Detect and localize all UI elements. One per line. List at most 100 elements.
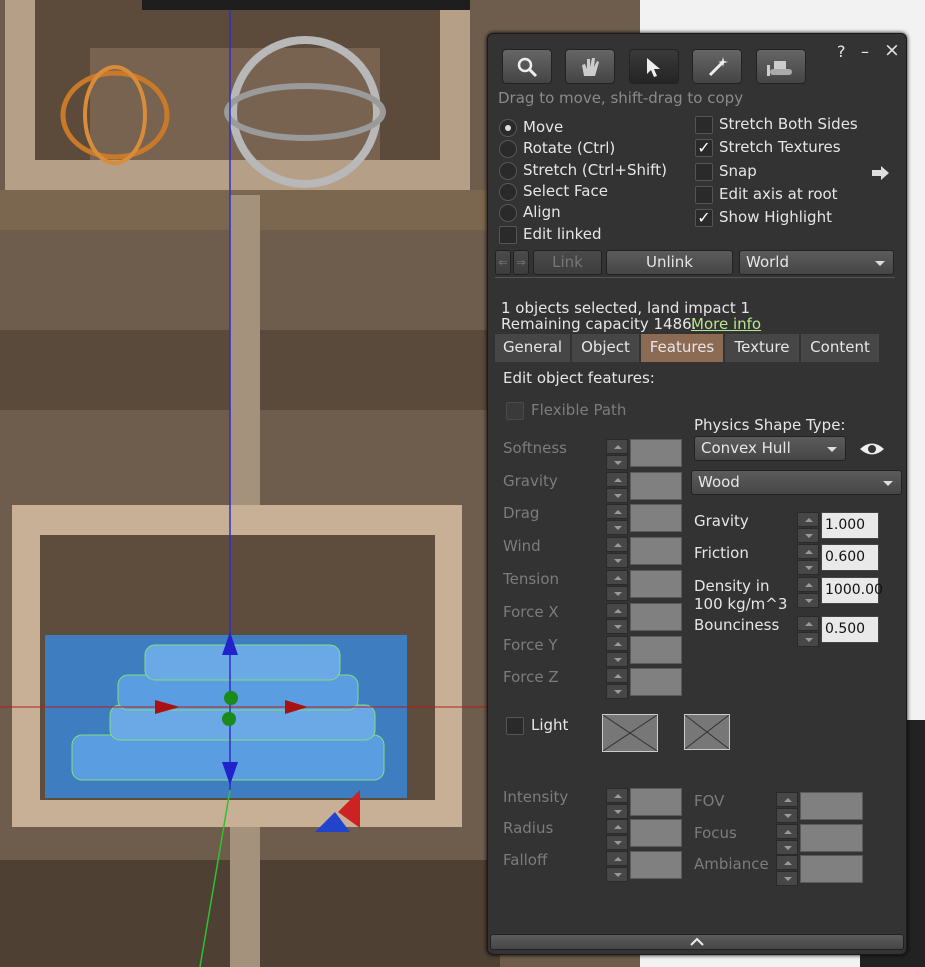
radius-field[interactable] — [630, 819, 682, 847]
tab-object[interactable]: Object — [572, 334, 640, 362]
ambiance-field[interactable] — [800, 855, 863, 883]
falloff-field[interactable] — [630, 851, 682, 879]
stretch-textures-checkbox[interactable]: ✓ — [695, 139, 713, 157]
eye-icon[interactable] — [859, 440, 885, 458]
force-z-field[interactable] — [630, 668, 682, 696]
flexible-path-label: Flexible Path — [531, 401, 627, 419]
density-spinner[interactable] — [797, 577, 819, 609]
tab-texture[interactable]: Texture — [725, 334, 800, 362]
intensity-spinner[interactable] — [606, 788, 628, 820]
radius-spinner[interactable] — [606, 819, 628, 851]
focus-label: Focus — [694, 824, 737, 842]
radius-label: Radius — [503, 819, 554, 837]
grab-tool-button[interactable] — [565, 49, 615, 84]
light-texture-swatch[interactable] — [684, 714, 730, 750]
help-icon[interactable]: ? — [837, 42, 846, 61]
snap-checkbox[interactable] — [695, 163, 713, 181]
minimize-icon[interactable]: – — [861, 42, 869, 61]
focus-spinner[interactable] — [776, 824, 798, 856]
physics-shape-value: Convex Hull — [701, 439, 791, 457]
softness-spinner[interactable] — [606, 439, 628, 471]
force-y-label: Force Y — [503, 636, 558, 654]
select-next-button[interactable]: ⇒ — [513, 250, 529, 275]
force-x-field[interactable] — [630, 603, 682, 631]
align-label: Align — [523, 203, 561, 221]
tension-spinner[interactable] — [606, 570, 628, 602]
drag-spinner[interactable] — [606, 504, 628, 536]
intensity-field[interactable] — [630, 788, 682, 816]
tab-content[interactable]: Content — [801, 334, 880, 362]
gravity-field[interactable] — [630, 472, 682, 500]
flexible-path-checkbox[interactable] — [506, 402, 524, 420]
drag-label: Drag — [503, 504, 540, 522]
friction-input[interactable]: 0.600 — [821, 544, 879, 571]
material-dropdown[interactable]: Wood — [691, 470, 902, 495]
fov-field[interactable] — [800, 792, 863, 820]
show-highlight-label: Show Highlight — [719, 208, 832, 226]
stretch-both-sides-checkbox[interactable] — [695, 116, 713, 134]
chevron-down-icon — [875, 261, 885, 266]
bounciness-label: Bounciness — [694, 616, 780, 634]
empty-swatch-icon — [602, 714, 658, 752]
friction-spinner[interactable] — [797, 544, 819, 576]
rotate-radio[interactable] — [499, 140, 517, 158]
more-info-link[interactable]: More info — [691, 315, 761, 333]
tension-field[interactable] — [630, 570, 682, 598]
land-tool-button[interactable] — [756, 49, 806, 84]
rotate-label: Rotate (Ctrl) — [523, 139, 616, 157]
force-x-spinner[interactable] — [606, 603, 628, 635]
force-y-spinner[interactable] — [606, 636, 628, 668]
tab-general[interactable]: General — [495, 334, 571, 362]
magnifier-icon — [517, 57, 538, 77]
light-checkbox[interactable] — [506, 717, 524, 735]
density-label: Density in — [694, 577, 770, 595]
magic-wand-icon — [708, 56, 728, 76]
close-icon[interactable]: × — [884, 39, 900, 61]
grid-options-arrow-icon[interactable] — [871, 165, 891, 181]
focus-tool-button[interactable] — [502, 49, 552, 84]
force-z-label: Force Z — [503, 668, 559, 686]
create-tool-button[interactable] — [692, 49, 742, 84]
show-highlight-checkbox[interactable]: ✓ — [695, 209, 713, 227]
fov-spinner[interactable] — [776, 792, 798, 824]
wind-spinner[interactable] — [606, 537, 628, 569]
force-z-spinner[interactable] — [606, 668, 628, 700]
material-value: Wood — [698, 473, 740, 491]
softness-field[interactable] — [630, 439, 682, 467]
drag-field[interactable] — [630, 504, 682, 532]
stretch-radio[interactable] — [499, 162, 517, 180]
move-radio[interactable] — [499, 119, 517, 137]
chevron-down-icon — [827, 447, 837, 452]
tab-features[interactable]: Features — [641, 334, 724, 362]
select-face-label: Select Face — [523, 182, 608, 200]
physics-shape-dropdown[interactable]: Convex Hull — [694, 436, 846, 461]
focus-field[interactable] — [800, 824, 863, 852]
reference-frame-dropdown[interactable]: World — [739, 250, 894, 275]
density-input[interactable]: 1000.00 — [821, 577, 883, 604]
align-radio[interactable] — [499, 204, 517, 222]
edit-tool-button[interactable] — [629, 49, 679, 84]
falloff-spinner[interactable] — [606, 851, 628, 883]
link-button[interactable]: Link — [533, 250, 602, 275]
gravity-spinner[interactable] — [606, 472, 628, 504]
tension-label: Tension — [503, 570, 560, 588]
fov-label: FOV — [694, 792, 725, 810]
wind-field[interactable] — [630, 537, 682, 565]
bounciness-spinner[interactable] — [797, 616, 819, 648]
physics-gravity-spinner[interactable] — [797, 512, 819, 544]
edit-axis-root-checkbox[interactable] — [695, 186, 713, 204]
light-color-swatch[interactable] — [602, 714, 658, 752]
bounciness-input[interactable]: 0.500 — [821, 616, 879, 643]
edit-linked-checkbox[interactable] — [499, 226, 517, 244]
stretch-both-sides-label: Stretch Both Sides — [719, 115, 858, 133]
unlink-button[interactable]: Unlink — [606, 250, 733, 275]
select-face-radio[interactable] — [499, 183, 517, 201]
light-label: Light — [531, 716, 569, 734]
force-y-field[interactable] — [630, 636, 682, 664]
physics-shape-label: Physics Shape Type: — [694, 416, 846, 434]
select-previous-button[interactable]: ⇐ — [495, 250, 511, 275]
collapse-panel-button[interactable] — [490, 934, 904, 950]
divider — [495, 277, 895, 278]
ambiance-spinner[interactable] — [776, 855, 798, 887]
physics-gravity-input[interactable]: 1.000 — [821, 512, 879, 539]
